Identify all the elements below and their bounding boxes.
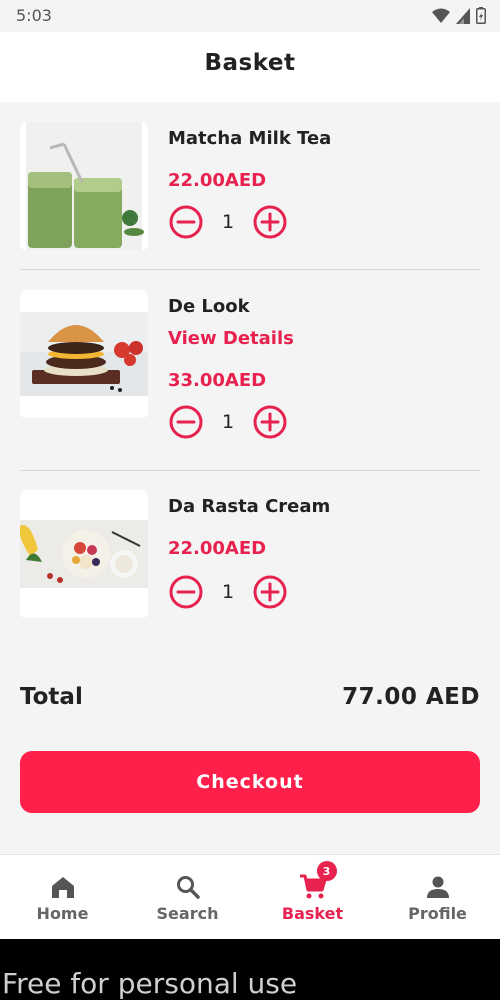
item-price: 33.00AED [168,370,267,391]
plus-circle-icon [253,575,287,609]
quantity-stepper: 1 [168,204,288,240]
burger-image [20,290,148,418]
quantity-value: 1 [221,411,235,433]
decrease-quantity-button[interactable] [168,404,204,440]
nav-item-home[interactable]: Home [0,855,125,940]
page-title: Basket [204,50,296,76]
quantity-stepper: 1 [168,574,288,610]
quantity-stepper: 1 [168,404,288,440]
minus-circle-icon [169,405,203,439]
cart-count-badge: 3 [316,861,337,881]
nav-item-basket[interactable]: 3 Basket [250,855,375,940]
status-time: 5:03 [16,6,52,25]
total-value: 77.00 AED [342,684,480,710]
nav-label: Basket [281,904,344,923]
quantity-value: 1 [221,211,235,233]
plus-circle-icon [253,205,287,239]
home-icon [50,873,76,901]
nav-item-profile[interactable]: Profile [375,855,500,940]
signal-icon [456,7,470,24]
cart-icon: 3 [299,861,337,901]
increase-quantity-button[interactable] [252,574,288,610]
item-name: Da Rasta Cream [168,496,331,517]
nav-label: Home [36,904,89,923]
bottom-nav: Home Search 3 Basket Profile [0,854,500,939]
matcha-milk-tea-image [20,122,148,250]
plus-circle-icon [253,405,287,439]
divider [20,269,480,270]
nav-label: Profile [408,904,467,923]
watermark-bar: Free for personal use [0,939,500,1000]
divider [20,470,480,471]
minus-circle-icon [169,575,203,609]
search-icon [175,873,201,901]
decrease-quantity-button[interactable] [168,204,204,240]
watermark-text: Free for personal use [2,967,298,1000]
item-price: 22.00AED [168,170,267,191]
header: Basket [0,32,500,102]
minus-circle-icon [169,205,203,239]
quantity-value: 1 [221,581,235,603]
status-icons [432,7,486,24]
increase-quantity-button[interactable] [252,404,288,440]
acai-bowl-image [20,490,148,618]
checkout-button[interactable]: Checkout [20,751,480,813]
battery-icon [476,7,486,24]
item-name: Matcha Milk Tea [168,128,332,149]
view-details-link[interactable]: View Details [168,328,294,349]
nav-item-search[interactable]: Search [125,855,250,940]
increase-quantity-button[interactable] [252,204,288,240]
item-price: 22.00AED [168,538,267,559]
total-label: Total [20,684,83,710]
wifi-icon [432,8,450,23]
total-row: Total 77.00 AED [20,680,480,720]
status-bar: 5:03 [0,0,500,32]
decrease-quantity-button[interactable] [168,574,204,610]
nav-label: Search [156,904,219,923]
item-name: De Look [168,296,250,317]
person-icon [425,873,451,901]
